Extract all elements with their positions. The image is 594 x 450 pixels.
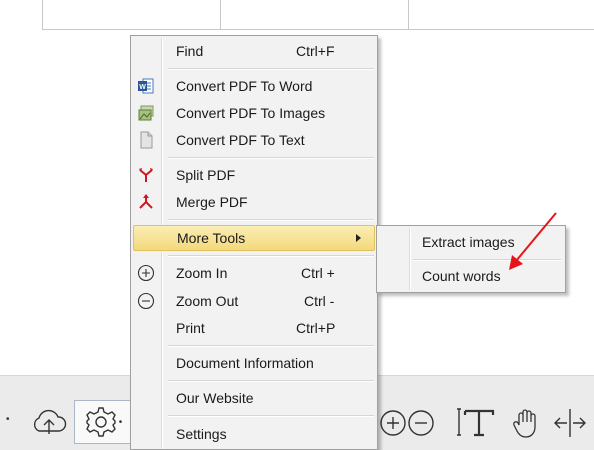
annotation-arrow-icon — [509, 212, 557, 270]
